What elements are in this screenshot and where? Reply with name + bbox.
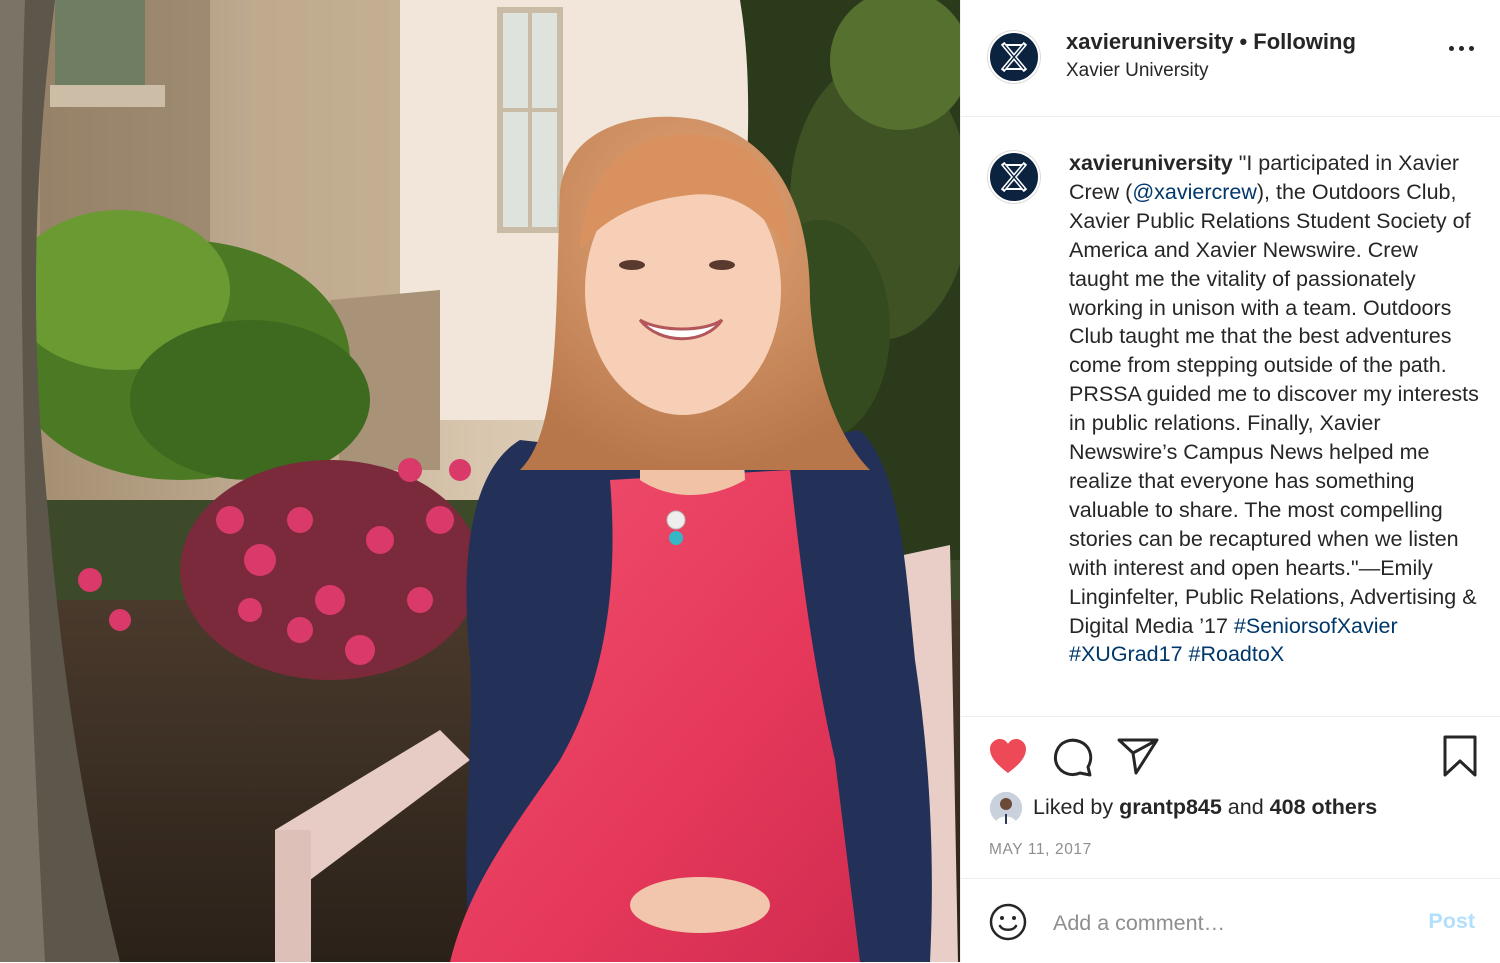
post-comment-button[interactable]: Post	[1428, 909, 1475, 934]
more-horizontal-icon	[1449, 46, 1454, 51]
hashtag-link[interactable]: #RoadtoX	[1189, 642, 1285, 666]
liker-username-link[interactable]: grantp845	[1119, 795, 1222, 819]
post-actions: Liked by grantp845 and 408 others MAY 11…	[961, 716, 1500, 879]
post-header: xavieruniversity • Following Xavier Univer…	[961, 0, 1500, 117]
photo-image	[0, 0, 960, 962]
more-options-button[interactable]	[1449, 44, 1475, 54]
caption-username-link[interactable]: xavieruniversity	[1069, 151, 1233, 175]
header-username-row: xavieruniversity • Following	[1066, 29, 1356, 55]
send-icon[interactable]	[1117, 737, 1159, 775]
likes-others-link[interactable]: 408 others	[1270, 795, 1378, 819]
post-photo[interactable]	[0, 0, 960, 962]
xavier-logo-icon	[1000, 41, 1028, 73]
liker-avatar-image	[990, 792, 1022, 824]
separator-dot: •	[1239, 29, 1248, 54]
location-link[interactable]: Xavier University	[1066, 60, 1209, 82]
more-dot	[1469, 46, 1474, 51]
following-button[interactable]: Following	[1253, 29, 1356, 54]
post-side-panel: xavieruniversity • Following Xavier Univer…	[960, 0, 1500, 962]
more-dot	[1459, 46, 1464, 51]
profile-avatar[interactable]	[988, 31, 1040, 83]
mention-link[interactable]: @xaviercrew	[1132, 180, 1257, 204]
xavier-logo-icon	[1000, 161, 1028, 193]
comment-input[interactable]	[1051, 903, 1385, 943]
likes-and-text: and	[1221, 795, 1270, 819]
liker-avatar[interactable]	[990, 792, 1022, 824]
smile-icon[interactable]	[989, 903, 1027, 941]
comment-icon[interactable]	[1053, 737, 1093, 777]
hashtag-link[interactable]: #SeniorsofXavier	[1234, 614, 1398, 638]
hashtag-link[interactable]: #XUGrad17	[1069, 642, 1183, 666]
caption-body-2: ), the Outdoors Club, Xavier Public Rela…	[1069, 179, 1479, 638]
liked-by-text: Liked by	[1033, 795, 1120, 819]
post-date[interactable]: MAY 11, 2017	[989, 841, 1092, 859]
comments-section[interactable]: xavieruniversity "I participated in Xavi…	[961, 116, 1500, 708]
comment-bar: Post	[961, 878, 1500, 963]
caption-avatar[interactable]	[988, 151, 1040, 203]
bookmark-icon[interactable]	[1443, 735, 1477, 777]
heart-filled-icon[interactable]	[988, 738, 1028, 776]
caption-text: xavieruniversity "I participated in Xavi…	[1069, 149, 1481, 669]
likes-summary: Liked by grantp845 and 408 others	[1033, 795, 1377, 820]
header-username-link[interactable]: xavieruniversity	[1066, 29, 1234, 54]
